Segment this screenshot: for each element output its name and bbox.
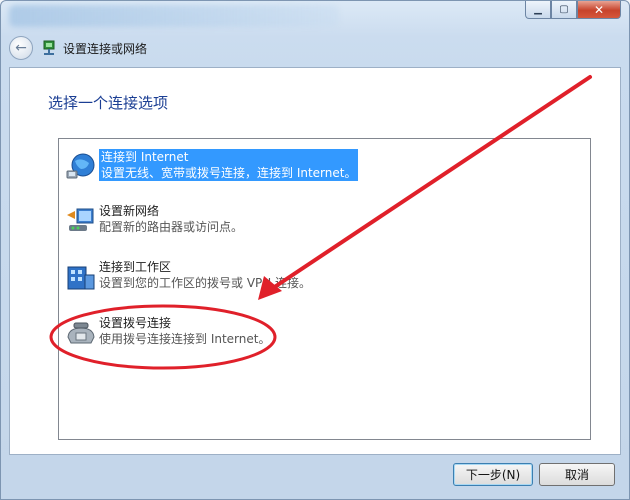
page-heading: 选择一个连接选项 xyxy=(48,94,169,112)
option-title: 设置新网络 xyxy=(99,204,160,218)
title-bar[interactable]: ▁ ▢ ✕ xyxy=(1,1,630,31)
back-button[interactable]: ← xyxy=(9,36,33,60)
option-connect-workplace[interactable]: 连接到工作区 设置到您的工作区的拨号或 VPN 连接。 xyxy=(65,259,565,295)
cancel-button[interactable]: 取消 xyxy=(539,463,615,486)
option-text: 设置新网络 配置新的路由器或访问点。 xyxy=(99,203,243,235)
maximize-icon: ▢ xyxy=(559,4,569,15)
close-icon: ✕ xyxy=(593,2,605,17)
option-text: 连接到工作区 设置到您的工作区的拨号或 VPN 连接。 xyxy=(99,259,311,291)
next-button[interactable]: 下一步(N) xyxy=(453,463,533,486)
maximize-button[interactable]: ▢ xyxy=(551,1,577,19)
option-title: 连接到 Internet xyxy=(101,150,189,164)
network-setup-icon xyxy=(41,40,57,56)
dialog-footer: 下一步(N) 取消 xyxy=(9,455,621,495)
minimize-button[interactable]: ▁ xyxy=(525,1,551,19)
option-description: 使用拨号连接连接到 Internet。 xyxy=(99,332,271,346)
option-description: 设置无线、宽带或拨号连接，连接到 Internet。 xyxy=(101,166,357,180)
close-button[interactable]: ✕ xyxy=(577,1,621,19)
option-title: 连接到工作区 xyxy=(99,260,172,274)
option-title: 设置拨号连接 xyxy=(99,316,172,330)
option-description: 设置到您的工作区的拨号或 VPN 连接。 xyxy=(99,276,312,290)
minimize-icon: ▁ xyxy=(534,4,542,15)
blurred-title-area xyxy=(9,5,339,27)
window-controls: ▁ ▢ ✕ xyxy=(525,1,621,19)
dialup-phone-icon xyxy=(65,317,97,349)
option-dialup[interactable]: 设置拨号连接 使用拨号连接连接到 Internet。 xyxy=(65,315,565,351)
back-arrow-icon: ← xyxy=(15,40,27,56)
connection-options-list[interactable]: 连接到 Internet 设置无线、宽带或拨号连接，连接到 Internet。 xyxy=(58,138,591,440)
option-text: 连接到 Internet 设置无线、宽带或拨号连接，连接到 Internet。 xyxy=(99,149,359,181)
globe-network-icon xyxy=(65,151,97,183)
window-title: 设置连接或网络 xyxy=(63,41,148,56)
option-text: 设置拨号连接 使用拨号连接连接到 Internet。 xyxy=(99,315,270,347)
dialog-window: ▁ ▢ ✕ ← 设置连接或网络 选择一个连接选项 连接到 Internet 设置… xyxy=(0,0,630,500)
option-description: 配置新的路由器或访问点。 xyxy=(99,220,244,234)
navigation-row: ← 设置连接或网络 xyxy=(9,35,619,61)
content-panel: 选择一个连接选项 连接到 Internet 设置无线、宽带或拨号连接，连接到 I… xyxy=(9,67,621,455)
workplace-building-icon xyxy=(65,261,97,293)
option-connect-internet[interactable]: 连接到 Internet 设置无线、宽带或拨号连接，连接到 Internet。 xyxy=(65,149,565,185)
router-icon xyxy=(65,205,97,237)
option-new-network[interactable]: 设置新网络 配置新的路由器或访问点。 xyxy=(65,203,565,239)
